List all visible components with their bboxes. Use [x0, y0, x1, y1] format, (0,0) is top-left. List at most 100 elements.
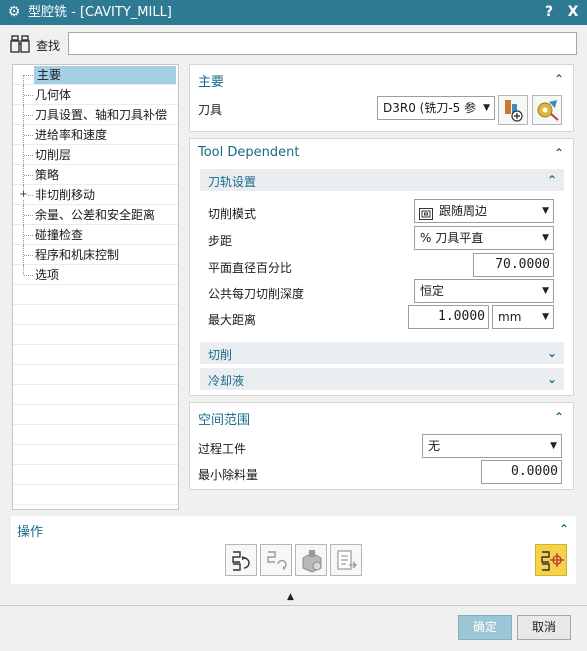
tree-item-label: 主要 [34, 66, 176, 84]
ok-button[interactable]: 确定 [458, 615, 512, 640]
collapse-up-icon[interactable]: ⌃ [553, 73, 565, 85]
tree-item-label: 进给率和速度 [35, 128, 108, 142]
cancel-button[interactable]: 取消 [517, 615, 571, 640]
tree-empty-row [13, 425, 178, 445]
flat-diameter-label: 平面直径百分比 [208, 261, 293, 275]
process-workpiece-label: 过程工件 [198, 442, 247, 456]
tree-item-strategy[interactable]: 策略 [13, 165, 178, 185]
tree-item-options[interactable]: 选项 [13, 265, 178, 285]
dropdown-arrow-icon: ▼ [550, 441, 557, 451]
min-removal-label: 最小除料量 [198, 468, 259, 482]
tree-item-geometry[interactable]: 几何体 [13, 85, 178, 105]
tool-select[interactable]: D3R0 (铣刀-5 参 ▼ [377, 96, 495, 120]
tree-empty-row [13, 385, 178, 405]
collapse-up-icon[interactable]: ⌃ [558, 523, 570, 535]
path-settings-title: 刀轨设置 [208, 175, 257, 189]
coolant-header[interactable]: 冷却液 ⌄ [200, 368, 564, 390]
cut-pattern-label: 切削模式 [208, 207, 257, 221]
follow-periphery-icon [419, 205, 433, 220]
spatial-range-title: 空间范围 [198, 413, 251, 428]
title-bar: ⚙ 型腔铣 - [CAVITY_MILL] ? X [0, 0, 587, 25]
new-tool-icon[interactable] [498, 95, 528, 125]
dropdown-arrow-icon: ▼ [483, 103, 490, 113]
tree-empty-row [13, 285, 178, 305]
expand-down-icon[interactable]: ⌄ [546, 373, 558, 385]
stepover-label: 步距 [208, 234, 233, 248]
spatial-range-section: 空间范围 ⌃ 过程工件 无 ▼ 最小除料量 0.0000 [189, 402, 574, 490]
edit-tool-icon[interactable] [532, 95, 562, 125]
close-button[interactable]: X [564, 3, 582, 21]
tree-item-label: 选项 [35, 268, 60, 282]
help-button[interactable]: ? [540, 3, 558, 21]
tree-item-program-machine-control[interactable]: 程序和机床控制 [13, 245, 178, 265]
unit-select[interactable]: mm ▼ [492, 305, 554, 329]
collapse-up-icon[interactable]: ⌃ [546, 174, 558, 186]
tree-item-non-cutting-moves[interactable]: + 非切削移动 [13, 185, 178, 205]
stepover-value: % 刀具平直 [420, 231, 484, 245]
tree-empty-row [13, 465, 178, 485]
binoculars-icon[interactable] [10, 34, 34, 54]
operations-section: 操作 ⌃ [11, 516, 576, 584]
depth-per-cut-value: 恒定 [420, 284, 445, 298]
process-workpiece-select[interactable]: 无 ▼ [422, 434, 562, 458]
find-bar: 查找 [0, 28, 587, 60]
dropdown-arrow-icon: ▼ [542, 312, 549, 322]
flat-diameter-input[interactable]: 70.0000 [473, 253, 554, 277]
expand-icon[interactable]: + [19, 190, 28, 200]
depth-per-cut-select[interactable]: 恒定 ▼ [414, 279, 554, 303]
tool-label: 刀具 [198, 103, 223, 117]
operations-title: 操作 [17, 525, 44, 540]
dropdown-arrow-icon: ▼ [542, 286, 549, 296]
tree-item-label: 几何体 [35, 88, 72, 102]
find-input[interactable] [68, 32, 577, 55]
tree-empty-row [13, 365, 178, 385]
verify-button[interactable] [295, 544, 327, 576]
tree-empty-row [13, 445, 178, 465]
generate-button[interactable] [225, 544, 257, 576]
display-button[interactable] [535, 544, 567, 576]
tree-item-label: 碰撞检查 [35, 228, 84, 242]
path-settings-header[interactable]: 刀轨设置 ⌃ [200, 169, 564, 191]
dropdown-arrow-icon: ▼ [542, 206, 549, 216]
cutting-header[interactable]: 切削 ⌄ [200, 342, 564, 364]
tree-empty-row [13, 305, 178, 325]
tree-empty-row [13, 345, 178, 365]
list-icon [337, 550, 357, 570]
display-icon [541, 551, 564, 571]
footer-divider [0, 605, 587, 606]
generate-icon [232, 551, 250, 571]
expand-down-icon[interactable]: ⌄ [546, 347, 558, 359]
list-button[interactable] [330, 544, 362, 576]
cut-pattern-select[interactable]: 跟随周边 ▼ [414, 199, 554, 223]
tree-item-label: 策略 [35, 168, 60, 182]
collapse-up-icon[interactable]: ⌃ [553, 147, 565, 159]
tree-item-collision-check[interactable]: 碰撞检查 [13, 225, 178, 245]
cutting-title: 切削 [208, 348, 233, 362]
replay-button[interactable] [260, 544, 292, 576]
tree-item-tool-settings[interactable]: 刀具设置、轴和刀具补偿 [13, 105, 178, 125]
tool-dependent-section: Tool Dependent ⌃ 刀轨设置 ⌃ 切削模式 跟随周边 ▼ 步距 %… [189, 138, 574, 396]
tool-dependent-title: Tool Dependent [198, 145, 300, 160]
tree-item-label: 余量、公差和安全距离 [35, 208, 156, 222]
replay-icon [267, 551, 287, 570]
tree-item-stock-tolerances[interactable]: 余量、公差和安全距离 [13, 205, 178, 225]
collapse-dialog-icon[interactable]: ▲ [287, 592, 294, 602]
max-distance-input[interactable]: 1.0000 [408, 305, 489, 329]
tree-empty-row [13, 485, 178, 505]
tree-item-cut-levels[interactable]: 切削层 [13, 145, 178, 165]
collapse-up-icon[interactable]: ⌃ [553, 411, 565, 423]
min-removal-input[interactable]: 0.0000 [481, 460, 562, 484]
tree-item-label: 非切削移动 [35, 188, 96, 202]
tree-item-label: 切削层 [35, 148, 72, 162]
window-title: 型腔铣 - [CAVITY_MILL] [28, 5, 172, 20]
tree-item-main[interactable]: 主要 [13, 65, 178, 85]
tree-item-label: 程序和机床控制 [35, 248, 120, 262]
verify-icon [302, 550, 322, 573]
stepover-select[interactable]: % 刀具平直 ▼ [414, 226, 554, 250]
tree-item-label: 刀具设置、轴和刀具补偿 [35, 108, 168, 122]
max-distance-label: 最大距离 [208, 313, 257, 327]
depth-per-cut-label: 公共每刀切削深度 [208, 287, 305, 301]
process-workpiece-value: 无 [428, 439, 441, 453]
main-section: 主要 ⌃ 刀具 D3R0 (铣刀-5 参 ▼ [189, 64, 574, 132]
tree-item-feeds-speeds[interactable]: 进给率和速度 [13, 125, 178, 145]
